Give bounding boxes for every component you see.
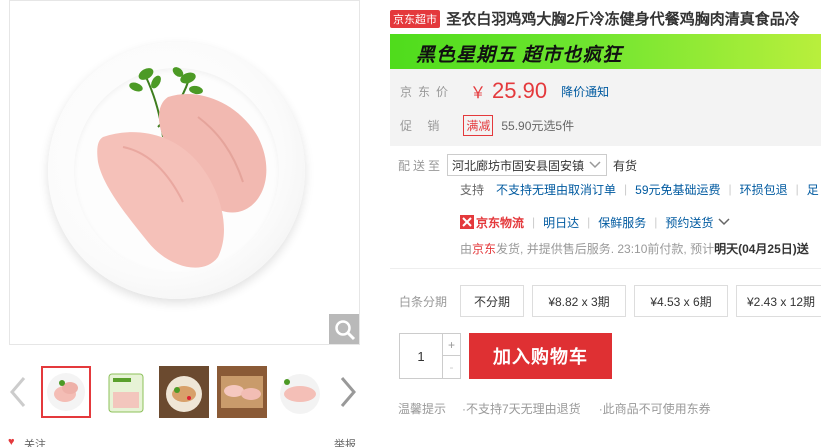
- promotion-desc: 55.90元选5件: [501, 118, 575, 133]
- chevron-down-icon: [589, 161, 601, 169]
- quantity-minus-button[interactable]: -: [443, 356, 460, 378]
- logistics-item-3[interactable]: 预约送货: [665, 214, 713, 231]
- price-notify-link[interactable]: 降价通知: [561, 83, 609, 100]
- address-selector[interactable]: 河北廊坊市固安县固安镇: [447, 154, 608, 176]
- chicken-breast-illustration: [97, 67, 267, 268]
- support-item-2[interactable]: 59元免基础运费: [635, 181, 720, 198]
- quantity-input[interactable]: 1: [400, 334, 443, 378]
- main-product-image[interactable]: [9, 0, 360, 345]
- support-item-3[interactable]: 环损包退: [740, 181, 788, 198]
- installment-option-1[interactable]: 不分期: [460, 285, 524, 317]
- installment-option-4[interactable]: ¥2.43 x 12期: [736, 285, 821, 317]
- logistics-row: 京东物流 | 明日达 | 保鲜服务 | 预约送货: [460, 213, 731, 231]
- gallery-footer: ♥ 关注 举报: [0, 436, 360, 447]
- magnifier-icon: [335, 320, 356, 341]
- jd-logistics-icon: [460, 215, 474, 229]
- tips-row: 温馨提示 ·不支持7天无理由退货 ·此商品不可使用东券: [398, 400, 711, 417]
- promotion-tag[interactable]: 满减: [463, 114, 494, 136]
- promo-banner-text: 黑色星期五 超市也疯狂: [416, 45, 623, 66]
- plate-image: [48, 42, 305, 299]
- report-link[interactable]: 举报: [334, 436, 356, 447]
- prev-arrow-icon[interactable]: [6, 372, 30, 412]
- thumbnail-3[interactable]: [159, 366, 209, 418]
- support-item-1[interactable]: 不支持无理由取消订单: [496, 181, 616, 198]
- thumbnail-5[interactable]: [275, 366, 325, 418]
- delivery-label: 配送至: [398, 158, 444, 173]
- delivery-row: 配送至 河北廊坊市固安县固安镇 有货: [398, 153, 637, 177]
- price-label: 京东价: [400, 84, 455, 99]
- quantity-plus-button[interactable]: +: [443, 334, 460, 356]
- price-box: 京东价 ￥ 25.90 降价通知 促 销 满减 55.90元选5件: [390, 69, 821, 146]
- support-item-4[interactable]: 足: [807, 181, 819, 198]
- stock-status: 有货: [613, 158, 638, 173]
- next-arrow-icon[interactable]: [336, 372, 360, 412]
- thumbnail-4[interactable]: [217, 366, 267, 418]
- tip-item-2: ·此商品不可使用东券: [598, 402, 711, 416]
- chevron-down-icon[interactable]: [717, 217, 731, 227]
- product-title-row: 京东超市 圣农白羽鸡鸡大胸2斤冷冻健身代餐鸡胸肉清真食品冷: [390, 8, 821, 28]
- shipping-note: 由 京东 发货, 并提供售后服务. 23:10前付款, 预计 明天(04月25日…: [460, 240, 809, 256]
- quantity-stepper: 1 + -: [399, 333, 461, 379]
- support-label: 支持: [460, 182, 485, 197]
- store-tag[interactable]: 京东超市: [390, 9, 440, 28]
- ship-jd-link[interactable]: 京东: [472, 240, 496, 256]
- add-to-cart-button[interactable]: 加入购物车: [469, 333, 612, 379]
- logistics-item-2[interactable]: 保鲜服务: [598, 214, 646, 231]
- installment-label: 白条分期: [399, 295, 448, 309]
- promo-banner[interactable]: 黑色星期五 超市也疯狂: [390, 34, 821, 69]
- thumbnail-2[interactable]: [101, 366, 151, 418]
- installment-option-3[interactable]: ¥4.53 x 6期: [634, 285, 728, 317]
- divider: [390, 268, 821, 269]
- tips-label: 温馨提示: [398, 402, 447, 416]
- logistics-item-1[interactable]: 明日达: [543, 214, 579, 231]
- promotion-label: 促 销: [400, 118, 446, 133]
- thumbnail-1[interactable]: [41, 366, 91, 418]
- thumbnail-strip: [0, 360, 360, 426]
- heart-icon[interactable]: ♥: [8, 436, 15, 447]
- price-value: ￥ 25.90: [470, 78, 548, 103]
- address-text: 河北廊坊市固安县固安镇: [452, 158, 585, 173]
- follow-link[interactable]: 关注: [24, 436, 46, 447]
- zoom-button[interactable]: [329, 314, 359, 344]
- logistics-brand: 京东物流: [476, 215, 525, 230]
- installment-option-2[interactable]: ¥8.82 x 3期: [532, 285, 626, 317]
- product-title: 圣农白羽鸡鸡大胸2斤冷冻健身代餐鸡胸肉清真食品冷: [446, 11, 800, 28]
- tip-item-1: ·不支持7天无理由退货: [462, 402, 581, 416]
- support-row: 支持 不支持无理由取消订单 | 59元免基础运费 | 环损包退 | 足: [460, 181, 819, 198]
